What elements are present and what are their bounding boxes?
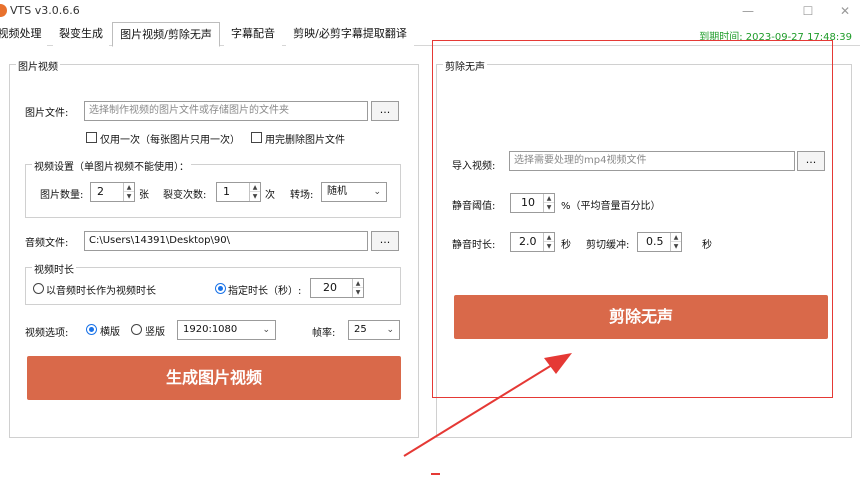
annotation-arrow-icon bbox=[403, 353, 572, 457]
annotation-dash bbox=[431, 473, 440, 475]
